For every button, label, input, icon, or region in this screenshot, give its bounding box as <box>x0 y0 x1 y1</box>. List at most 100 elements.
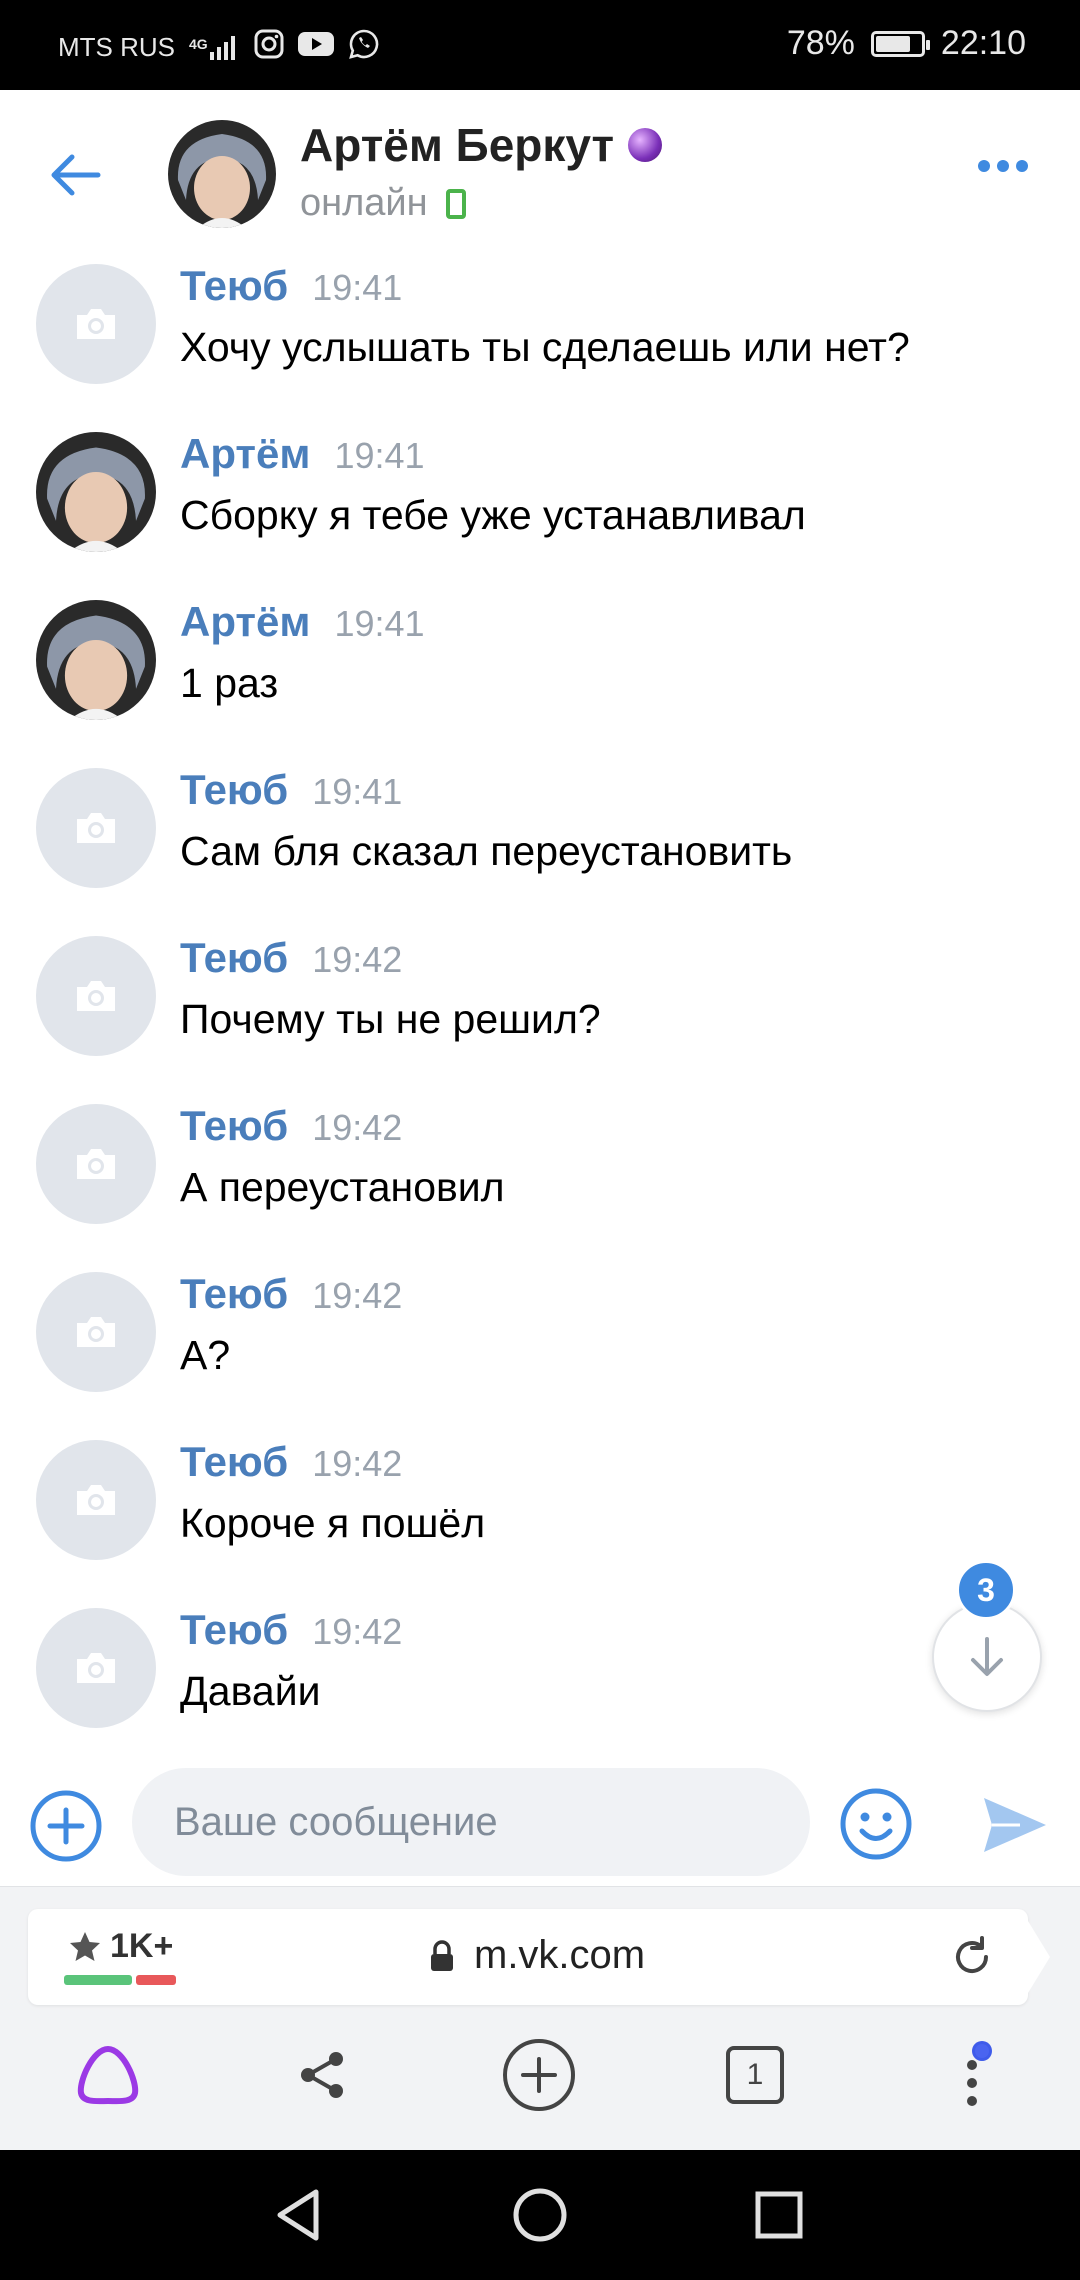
lock-icon <box>431 1939 453 1971</box>
message-text: Сам бля сказал переустановить <box>180 828 793 874</box>
contact-avatar[interactable] <box>168 120 276 228</box>
message-item[interactable]: Теюб 19:42 Короче я пошёл <box>0 1434 1080 1602</box>
message-item[interactable]: Теюб 19:41 Хочу услышать ты сделаешь или н… <box>0 258 1080 426</box>
send-icon <box>984 1798 1046 1852</box>
message-time: 19:41 <box>312 771 403 812</box>
camera-icon[interactable] <box>36 1608 156 1728</box>
rating-negative <box>135 1975 176 1985</box>
alice-icon <box>77 2046 139 2105</box>
circle-home-icon <box>513 2188 567 2242</box>
chat-header: Артём Беркут онлайн <box>0 90 1080 258</box>
carrier-label: MTS RUS <box>58 32 175 62</box>
status-bar-left: MTS RUS 4G <box>58 28 380 67</box>
author-name[interactable]: Артём <box>180 430 310 478</box>
message-time: 19:42 <box>312 939 403 980</box>
youtube-icon <box>297 30 334 65</box>
smile-icon <box>840 1788 912 1860</box>
reload-icon <box>956 1936 988 1973</box>
camera-icon[interactable] <box>36 1272 156 1392</box>
author-name[interactable]: Теюб <box>180 1102 288 1150</box>
author-avatar[interactable] <box>36 432 156 552</box>
message-meta: Теюб 19:42 <box>180 1606 402 1654</box>
triangle-back-icon <box>277 2189 319 2241</box>
send-button[interactable] <box>980 1790 1050 1860</box>
more-vertical-icon <box>967 2041 992 2106</box>
author-name[interactable]: Теюб <box>180 1606 288 1654</box>
message-item[interactable]: Теюб 19:41 Сам бля сказал переустановить <box>0 762 1080 930</box>
nav-back-button[interactable] <box>266 2182 332 2248</box>
system-nav-bar <box>0 2150 1080 2280</box>
camera-icon[interactable] <box>36 768 156 888</box>
author-avatar[interactable] <box>36 600 156 720</box>
new-tab-button[interactable] <box>499 2035 579 2115</box>
back-button[interactable] <box>40 140 110 210</box>
rating-bar <box>64 1975 176 1985</box>
battery-icon <box>870 30 930 57</box>
share-button[interactable] <box>282 2035 362 2115</box>
plus-circle-icon <box>503 2039 575 2111</box>
author-name[interactable]: Артём <box>180 598 310 646</box>
battery-percent: 78% <box>786 24 855 62</box>
message-item[interactable]: Теюб 19:42 Давайи <box>0 1602 1080 1770</box>
author-name[interactable]: Теюб <box>180 1438 288 1486</box>
message-text: Хочу услышать ты сделаешь или нет? <box>180 324 910 370</box>
contact-name-text: Артём Беркут <box>300 119 615 171</box>
message-meta: Теюб 19:42 <box>180 1270 402 1318</box>
tabs-button[interactable]: 1 <box>715 2035 795 2115</box>
message-item[interactable]: Артём 19:41 1 раз <box>0 594 1080 762</box>
author-name[interactable]: Теюб <box>180 262 288 310</box>
star-icon <box>70 1931 100 1961</box>
unread-count-badge[interactable]: 3 <box>956 1560 1016 1620</box>
online-status-text: онлайн <box>300 182 428 224</box>
author-name[interactable]: Теюб <box>180 766 288 814</box>
signal-icon: 4G <box>189 35 240 60</box>
browser-bar: 1K+ m.vk.com 1 <box>0 1886 1080 2150</box>
contact-name[interactable]: Артём Беркут <box>300 118 663 172</box>
reload-button[interactable] <box>948 1933 996 1981</box>
message-text: Сборку я тебе уже устанавливал <box>180 492 806 538</box>
emoji-button[interactable] <box>838 1786 914 1862</box>
message-item[interactable]: Артём 19:41 Сборку я тебе уже устанавливал <box>0 426 1080 594</box>
alice-button[interactable] <box>68 2035 148 2115</box>
message-time: 19:41 <box>334 603 425 644</box>
url[interactable]: m.vk.com <box>428 1933 645 1978</box>
author-name[interactable]: Теюб <box>180 1270 288 1318</box>
message-input[interactable] <box>132 1768 810 1876</box>
message-meta: Артём 19:41 <box>180 430 425 478</box>
attach-button[interactable] <box>28 1788 104 1864</box>
address-bar[interactable]: 1K+ m.vk.com <box>28 1909 1050 2005</box>
message-text: 1 раз <box>180 660 279 706</box>
url-text: m.vk.com <box>474 1933 646 1977</box>
message-time: 19:42 <box>312 1107 403 1148</box>
message-time: 19:42 <box>312 1443 403 1484</box>
message-time: 19:41 <box>312 267 403 308</box>
message-text: Короче я пошёл <box>180 1500 486 1546</box>
message-list[interactable]: Теюб 19:41 Хочу услышать ты сделаешь или н… <box>0 258 1080 1770</box>
nav-home-button[interactable] <box>507 2182 573 2248</box>
camera-icon[interactable] <box>36 1104 156 1224</box>
tabs-count: 1 <box>746 2058 764 2091</box>
message-item[interactable]: Теюб 19:42 А переустановил <box>0 1098 1080 1266</box>
browser-menu-button[interactable] <box>932 2035 1012 2115</box>
camera-icon[interactable] <box>36 1440 156 1560</box>
camera-icon[interactable] <box>36 936 156 1056</box>
message-time: 19:41 <box>334 435 425 476</box>
mobile-online-icon <box>445 188 466 219</box>
more-menu-button[interactable] <box>978 160 1028 172</box>
message-meta: Теюб 19:41 <box>180 262 402 310</box>
message-item[interactable]: Теюб 19:42 А? <box>0 1266 1080 1434</box>
message-text: А переустановил <box>180 1164 505 1210</box>
camera-icon[interactable] <box>36 264 156 384</box>
dot-icon <box>978 160 990 172</box>
site-rating[interactable]: 1K+ <box>68 1927 173 1966</box>
tabs-icon: 1 <box>726 2046 784 2104</box>
status-bar-right: 78% 22:10 <box>787 24 1026 63</box>
nav-recents-button[interactable] <box>746 2182 812 2248</box>
message-item[interactable]: Теюб 19:42 Почему ты не решил? <box>0 930 1080 1098</box>
rating-label: 1K+ <box>110 1927 174 1965</box>
author-name[interactable]: Теюб <box>180 934 288 982</box>
whatsapp-icon <box>348 28 380 67</box>
network-type-label: 4G <box>189 35 208 52</box>
message-time: 19:42 <box>312 1275 403 1316</box>
message-meta: Теюб 19:42 <box>180 934 402 982</box>
